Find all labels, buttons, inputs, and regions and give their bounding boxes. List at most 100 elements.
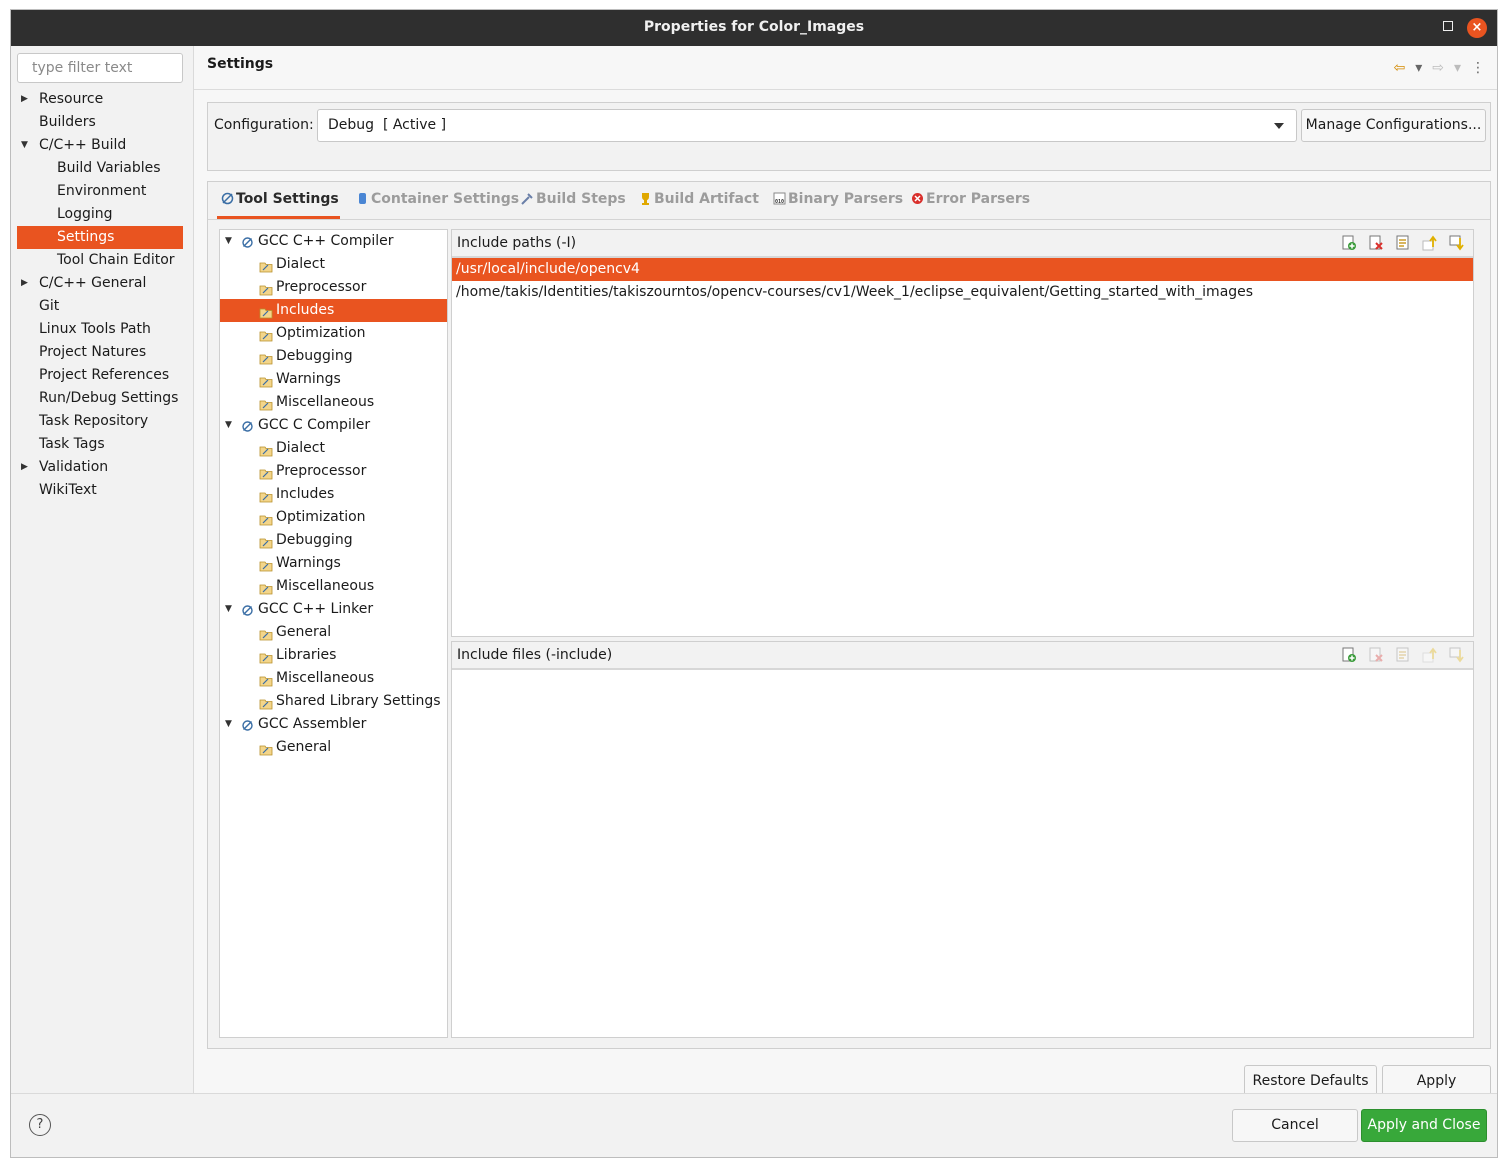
- back-dropdown-icon[interactable]: ▾: [1415, 60, 1422, 76]
- nav-item[interactable]: Linux Tools Path: [17, 318, 183, 341]
- edit-icon[interactable]: [1395, 647, 1411, 663]
- nav-item[interactable]: Run/Debug Settings: [17, 387, 183, 410]
- tool-tree-group[interactable]: ▼ GCC C Compiler: [220, 414, 447, 437]
- expanded-arrow-icon[interactable]: ▼: [225, 713, 232, 736]
- tool-tree-item[interactable]: Debugging: [220, 529, 447, 552]
- move-up-icon[interactable]: [1422, 647, 1438, 663]
- back-icon[interactable]: ⇦: [1393, 60, 1405, 76]
- collapsed-arrow-icon[interactable]: ▶: [21, 456, 28, 479]
- tab-error-parsers[interactable]: Error Parsers: [911, 191, 1030, 207]
- folder-icon: [259, 396, 274, 411]
- nav-item[interactable]: ▶ Resource: [17, 88, 183, 111]
- move-up-icon[interactable]: [1422, 235, 1438, 251]
- folder-icon: [259, 350, 274, 365]
- tool-tree-item[interactable]: Libraries: [220, 644, 447, 667]
- nav-item[interactable]: Tool Chain Editor: [17, 249, 183, 272]
- collapsed-arrow-icon[interactable]: ▶: [21, 272, 28, 295]
- tool-tree-item[interactable]: General: [220, 621, 447, 644]
- tool-tree-item[interactable]: Preprocessor: [220, 276, 447, 299]
- window-title: Properties for Color_Images: [643, 19, 865, 35]
- folder-icon: [259, 488, 274, 503]
- tool-tree-item[interactable]: Miscellaneous: [220, 575, 447, 598]
- nav-item[interactable]: Build Variables: [17, 157, 183, 180]
- delete-icon[interactable]: [1368, 235, 1384, 251]
- nav-item[interactable]: Settings: [17, 226, 183, 249]
- delete-icon[interactable]: [1368, 647, 1384, 663]
- move-down-icon[interactable]: [1449, 647, 1465, 663]
- tool-tree-item[interactable]: Preprocessor: [220, 460, 447, 483]
- nav-item-label: Validation: [39, 459, 109, 475]
- nav-item-label: Environment: [57, 183, 147, 199]
- nav-item[interactable]: Git: [17, 295, 183, 318]
- title-bar: Properties for Color_Images ×: [11, 10, 1497, 46]
- include-paths-label: Include paths (-I): [457, 235, 577, 251]
- nav-item[interactable]: WikiText: [17, 479, 183, 502]
- close-icon[interactable]: ×: [1467, 18, 1487, 38]
- nav-item-label: Linux Tools Path: [39, 321, 151, 337]
- tab-build-artifact[interactable]: Build Artifact: [639, 191, 759, 207]
- cancel-button[interactable]: Cancel: [1232, 1109, 1358, 1142]
- folder-icon: [259, 534, 274, 549]
- tab-binary-parsers[interactable]: 010 Binary Parsers: [773, 191, 903, 207]
- forward-icon[interactable]: ⇨: [1432, 60, 1444, 76]
- nav-item[interactable]: Task Tags: [17, 433, 183, 456]
- tab-container-settings[interactable]: Container Settings: [356, 191, 519, 207]
- tool-tree-item[interactable]: Miscellaneous: [220, 391, 447, 414]
- tool-tree-item[interactable]: Optimization: [220, 506, 447, 529]
- tool-tree-item[interactable]: Warnings: [220, 368, 447, 391]
- tool-tree-item[interactable]: Includes: [220, 483, 447, 506]
- nav-item[interactable]: Project Natures: [17, 341, 183, 364]
- expanded-arrow-icon[interactable]: ▼: [225, 598, 232, 621]
- manage-configurations-button[interactable]: Manage Configurations...: [1301, 109, 1486, 142]
- tool-tree-item-label: Dialect: [276, 256, 325, 272]
- folder-icon: [259, 304, 274, 319]
- move-down-icon[interactable]: [1449, 235, 1465, 251]
- tab-tool-settings[interactable]: Tool Settings: [221, 191, 339, 207]
- nav-item-label: Project References: [39, 367, 170, 383]
- configuration-select[interactable]: Debug [ Active ]: [317, 109, 1297, 142]
- tab-build-steps[interactable]: Build Steps: [521, 191, 626, 207]
- tool-tree-group[interactable]: ▼ GCC Assembler: [220, 713, 447, 736]
- tool-tree-item[interactable]: Shared Library Settings: [220, 690, 447, 713]
- tool-tree-item[interactable]: Includes: [220, 299, 447, 322]
- add-icon[interactable]: [1341, 647, 1357, 663]
- configuration-label: Configuration:: [214, 117, 314, 133]
- nav-item[interactable]: Task Repository: [17, 410, 183, 433]
- tool-tree-item[interactable]: Dialect: [220, 253, 447, 276]
- header-toolbar: ⇦ ▾ ⇨ ▾ ⋮: [1393, 60, 1485, 76]
- folder-icon: [259, 511, 274, 526]
- nav-item[interactable]: Logging: [17, 203, 183, 226]
- tool-tree-item[interactable]: Warnings: [220, 552, 447, 575]
- expanded-arrow-icon[interactable]: ▼: [21, 134, 28, 157]
- nav-item[interactable]: Environment: [17, 180, 183, 203]
- nav-item[interactable]: Builders: [17, 111, 183, 134]
- nav-item[interactable]: Project References: [17, 364, 183, 387]
- nav-item[interactable]: ▶ C/C++ General: [17, 272, 183, 295]
- collapsed-arrow-icon[interactable]: ▶: [21, 88, 28, 111]
- tool-tree-item[interactable]: Optimization: [220, 322, 447, 345]
- expanded-arrow-icon[interactable]: ▼: [225, 414, 232, 437]
- nav-item[interactable]: ▶ Validation: [17, 456, 183, 479]
- nav-item[interactable]: ▼ C/C++ Build: [17, 134, 183, 157]
- nav-item-label: Git: [39, 298, 60, 314]
- tool-tree-item[interactable]: General: [220, 736, 447, 759]
- apply-and-close-button[interactable]: Apply and Close: [1361, 1109, 1487, 1142]
- expanded-arrow-icon[interactable]: ▼: [225, 230, 232, 253]
- edit-icon[interactable]: [1395, 235, 1411, 251]
- filter-input[interactable]: type filter text: [17, 53, 183, 83]
- tool-tree-group[interactable]: ▼ GCC C++ Compiler: [220, 230, 447, 253]
- tool-tree-item[interactable]: Dialect: [220, 437, 447, 460]
- tab-label: Tool Settings: [236, 191, 339, 207]
- maximize-icon[interactable]: [1443, 21, 1453, 31]
- include-path-item[interactable]: /usr/local/include/opencv4: [452, 258, 1473, 281]
- add-icon[interactable]: [1341, 235, 1357, 251]
- help-icon[interactable]: ?: [29, 1114, 51, 1136]
- tool-tree-group[interactable]: ▼ GCC C++ Linker: [220, 598, 447, 621]
- folder-icon: [259, 649, 274, 664]
- error-icon: [912, 193, 923, 204]
- view-menu-icon[interactable]: ⋮: [1471, 60, 1485, 76]
- tool-tree-item[interactable]: Miscellaneous: [220, 667, 447, 690]
- tool-tree-item[interactable]: Debugging: [220, 345, 447, 368]
- forward-dropdown-icon[interactable]: ▾: [1454, 60, 1461, 76]
- include-path-item[interactable]: /home/takis/Identities/takiszourntos/ope…: [452, 281, 1473, 304]
